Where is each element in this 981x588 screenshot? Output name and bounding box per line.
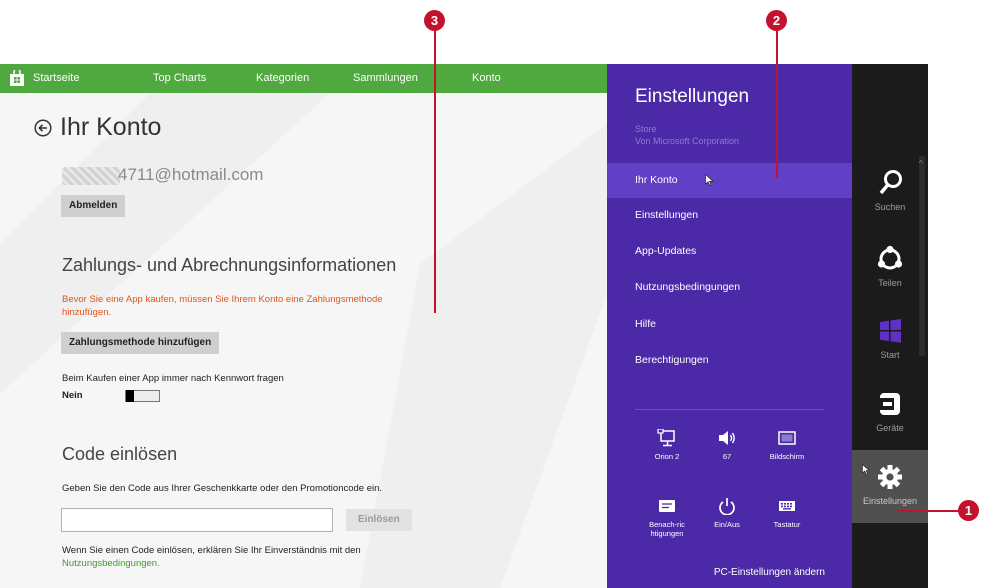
payment-heading: Zahlungs- und Abrechnungsinformationen <box>62 255 397 275</box>
charm-share[interactable]: Teilen <box>852 244 928 288</box>
code-heading: Code einlösen <box>62 444 178 464</box>
mouse-cursor-icon <box>862 464 870 475</box>
settings-item-label: Nutzungsbedingungen <box>635 281 741 293</box>
settings-item-app-updates[interactable]: App-Updates <box>607 234 852 269</box>
settings-item-terms[interactable]: Nutzungsbedingungen <box>607 270 852 305</box>
password-prompt-value: Nein <box>62 390 83 401</box>
volume-icon <box>719 431 735 445</box>
settings-item-label: Hilfe <box>635 318 657 330</box>
volume-label: 67 <box>722 452 732 461</box>
pc-settings-link[interactable]: PC-Einstellungen ändern <box>714 567 825 578</box>
network-icon <box>657 429 675 447</box>
callout-1-line <box>897 510 961 512</box>
code-input[interactable] <box>61 508 333 532</box>
nav-konto[interactable]: Konto <box>472 72 501 84</box>
settings-item-label: App-Updates <box>635 245 697 257</box>
mouse-cursor-icon <box>705 174 714 186</box>
quick-volume[interactable]: 67 <box>697 429 757 461</box>
charm-start[interactable]: Start <box>852 316 928 360</box>
add-payment-button[interactable]: Zahlungsmethode hinzufügen <box>61 332 220 354</box>
power-icon <box>719 498 735 515</box>
notifications-label: Benach-richtigungen <box>649 520 685 538</box>
network-label: Orion 2 <box>654 452 680 461</box>
quick-notifications[interactable]: Benach-richtigungen <box>637 497 697 538</box>
redeem-note: Wenn Sie einen Code einlösen, erklären S… <box>62 544 361 570</box>
settings-item-account[interactable]: Ihr Konto <box>607 163 852 198</box>
callout-1: 1 <box>958 500 979 521</box>
callout-3: 3 <box>424 10 445 31</box>
nav-top-charts[interactable]: Top Charts <box>153 72 206 84</box>
quick-power[interactable]: Ein/Aus <box>697 497 757 529</box>
screenshot: Startseite Top Charts Kategorien Sammlun… <box>0 0 981 588</box>
quick-keyboard[interactable]: Tastatur <box>757 497 817 529</box>
store-nav-bar: Startseite Top Charts Kategorien Sammlun… <box>0 64 607 93</box>
signout-button[interactable]: Abmelden <box>61 195 126 217</box>
settings-item-help[interactable]: Hilfe <box>607 307 852 342</box>
settings-item-permissions[interactable]: Berechtigungen <box>607 343 852 378</box>
screen-icon <box>778 431 796 445</box>
keyboard-label: Tastatur <box>773 520 801 529</box>
charm-settings[interactable]: Einstellungen <box>852 450 928 523</box>
power-label: Ein/Aus <box>714 520 740 529</box>
quick-network[interactable]: Orion 2 <box>637 429 697 461</box>
settings-item-settings[interactable]: Einstellungen <box>607 198 852 233</box>
charm-share-label: Teilen <box>878 278 902 288</box>
code-description: Geben Sie den Code aus Ihrer Geschenkkar… <box>62 483 383 494</box>
email-redacted <box>62 167 120 185</box>
settings-app-name: Store <box>635 124 657 134</box>
charm-start-label: Start <box>880 350 900 360</box>
password-prompt-label: Beim Kaufen einer App immer nach Kennwor… <box>62 373 284 384</box>
charm-search[interactable]: Suchen <box>852 168 928 212</box>
nav-kategorien[interactable]: Kategorien <box>256 72 309 84</box>
settings-title: Einstellungen <box>635 86 750 107</box>
page-title: Ihr Konto <box>60 113 162 141</box>
notifications-icon <box>659 500 675 512</box>
charm-settings-label: Einstellungen <box>862 496 918 506</box>
settings-item-label: Einstellungen <box>635 209 699 221</box>
keyboard-icon <box>779 501 795 511</box>
back-arrow-icon[interactable] <box>34 119 52 137</box>
gear-icon <box>878 465 902 489</box>
charm-devices-label: Geräte <box>876 423 904 433</box>
redeem-button[interactable]: Einlösen <box>346 509 412 531</box>
settings-item-label: Ihr Konto <box>635 174 678 186</box>
password-prompt-toggle[interactable] <box>125 390 160 402</box>
charm-devices[interactable]: Geräte <box>852 389 928 433</box>
settings-item-label: Berechtigungen <box>635 354 709 366</box>
windows-icon <box>880 319 901 343</box>
scroll-up-arrow-icon[interactable]: ^ <box>919 159 923 168</box>
store-icon[interactable] <box>10 70 24 86</box>
quick-screen[interactable]: Bildschirm <box>757 429 817 461</box>
payment-warning: Bevor Sie eine App kaufen, müssen Sie Ih… <box>62 294 383 318</box>
callout-2: 2 <box>766 10 787 31</box>
settings-publisher: Von Microsoft Corporation <box>635 136 740 146</box>
settings-flyout: Einstellungen Store Von Microsoft Corpor… <box>607 64 852 588</box>
screen-label: Bildschirm <box>769 452 805 461</box>
toggle-knob[interactable] <box>126 390 134 402</box>
callout-2-line <box>776 30 778 178</box>
search-icon <box>879 170 902 195</box>
share-icon <box>877 245 903 270</box>
account-email: 4711@hotmail.com <box>118 165 264 184</box>
redeem-note-text: Wenn Sie einen Code einlösen, erklären S… <box>62 545 361 556</box>
nav-startseite[interactable]: Startseite <box>33 72 79 84</box>
store-app: Startseite Top Charts Kategorien Sammlun… <box>0 64 607 588</box>
devices-icon <box>880 393 900 415</box>
charm-search-label: Suchen <box>874 202 906 212</box>
callout-3-line <box>434 30 436 313</box>
settings-divider <box>635 409 824 410</box>
terms-link[interactable]: Nutzungsbedingungen. <box>62 558 160 569</box>
nav-sammlungen[interactable]: Sammlungen <box>353 72 418 84</box>
